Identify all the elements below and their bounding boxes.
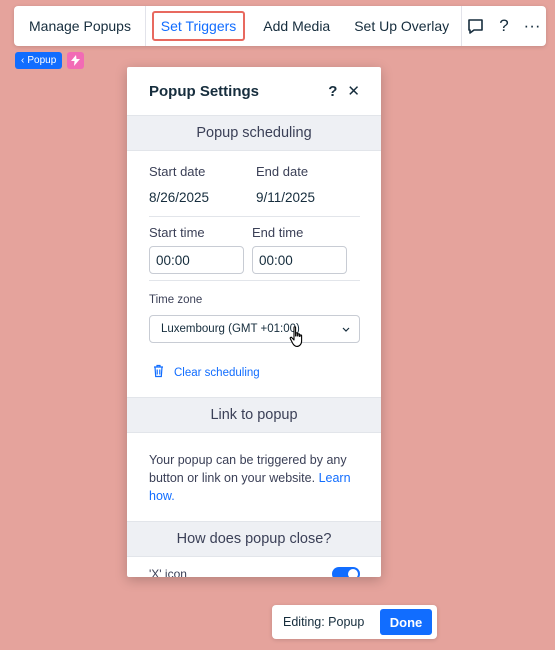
x-icon-toggle[interactable] [332,567,360,577]
panel-help-icon[interactable]: ? [328,83,337,100]
help-icon[interactable]: ? [490,6,518,46]
add-media-button[interactable]: Add Media [251,6,342,46]
time-zone-value: Luxembourg (GMT +01:00) [161,323,300,335]
popup-breadcrumb[interactable]: ‹ Popup [15,52,63,69]
chevron-left-icon: ‹ [21,55,25,66]
divider [149,280,360,281]
close-icon[interactable]: ✕ [347,82,360,100]
x-icon-label: 'X' icon [149,567,187,577]
panel-header: Popup Settings ? ✕ [127,67,381,115]
set-up-overlay-button[interactable]: Set Up Overlay [342,6,461,46]
comment-icon[interactable] [462,6,490,46]
manage-popups-button[interactable]: Manage Popups [14,6,145,46]
scheduling-section: Start date End date 8/26/2025 9/11/2025 … [127,164,381,381]
start-date-value[interactable]: 8/26/2025 [149,190,256,205]
toolbar-divider [144,6,146,46]
lightning-icon[interactable] [67,52,84,69]
end-time-label: End time [252,225,304,240]
time-zone-select[interactable]: Luxembourg (GMT +01:00) [149,315,360,343]
clear-scheduling-label: Clear scheduling [174,366,260,379]
trash-icon [152,364,165,381]
editing-label: Editing: Popup [283,615,365,629]
end-date-value[interactable]: 9/11/2025 [256,190,315,205]
link-description: Your popup can be triggered by any butto… [127,433,381,505]
clear-scheduling-link[interactable]: Clear scheduling [152,364,360,381]
start-time-label: Start time [149,225,205,240]
link-to-popup-heading: Link to popup [127,397,381,433]
more-icon[interactable]: ··· [518,6,546,46]
end-date-label: End date [256,164,309,179]
popup-settings-panel: Popup Settings ? ✕ Popup scheduling Star… [127,67,381,577]
start-date-label: Start date [149,164,206,179]
link-description-text: Your popup can be triggered by any butto… [149,453,347,485]
done-button[interactable]: Done [380,609,432,635]
start-time-input[interactable]: 00:00 [149,246,244,274]
x-icon-row: 'X' icon [149,567,360,577]
how-close-heading: How does popup close? [127,521,381,557]
editor-toolbar: Manage Popups Set Triggers Add Media Set… [14,6,546,46]
hand-cursor-icon [289,325,307,354]
divider [149,216,360,217]
set-triggers-button[interactable]: Set Triggers [151,11,246,41]
panel-title: Popup Settings [149,82,259,100]
time-zone-label: Time zone [149,294,203,306]
editing-bar: Editing: Popup Done [272,605,437,639]
breadcrumb-label: Popup [27,55,57,66]
chevron-down-icon [342,323,350,335]
end-time-input[interactable]: 00:00 [252,246,347,274]
popup-scheduling-heading: Popup scheduling [127,115,381,151]
